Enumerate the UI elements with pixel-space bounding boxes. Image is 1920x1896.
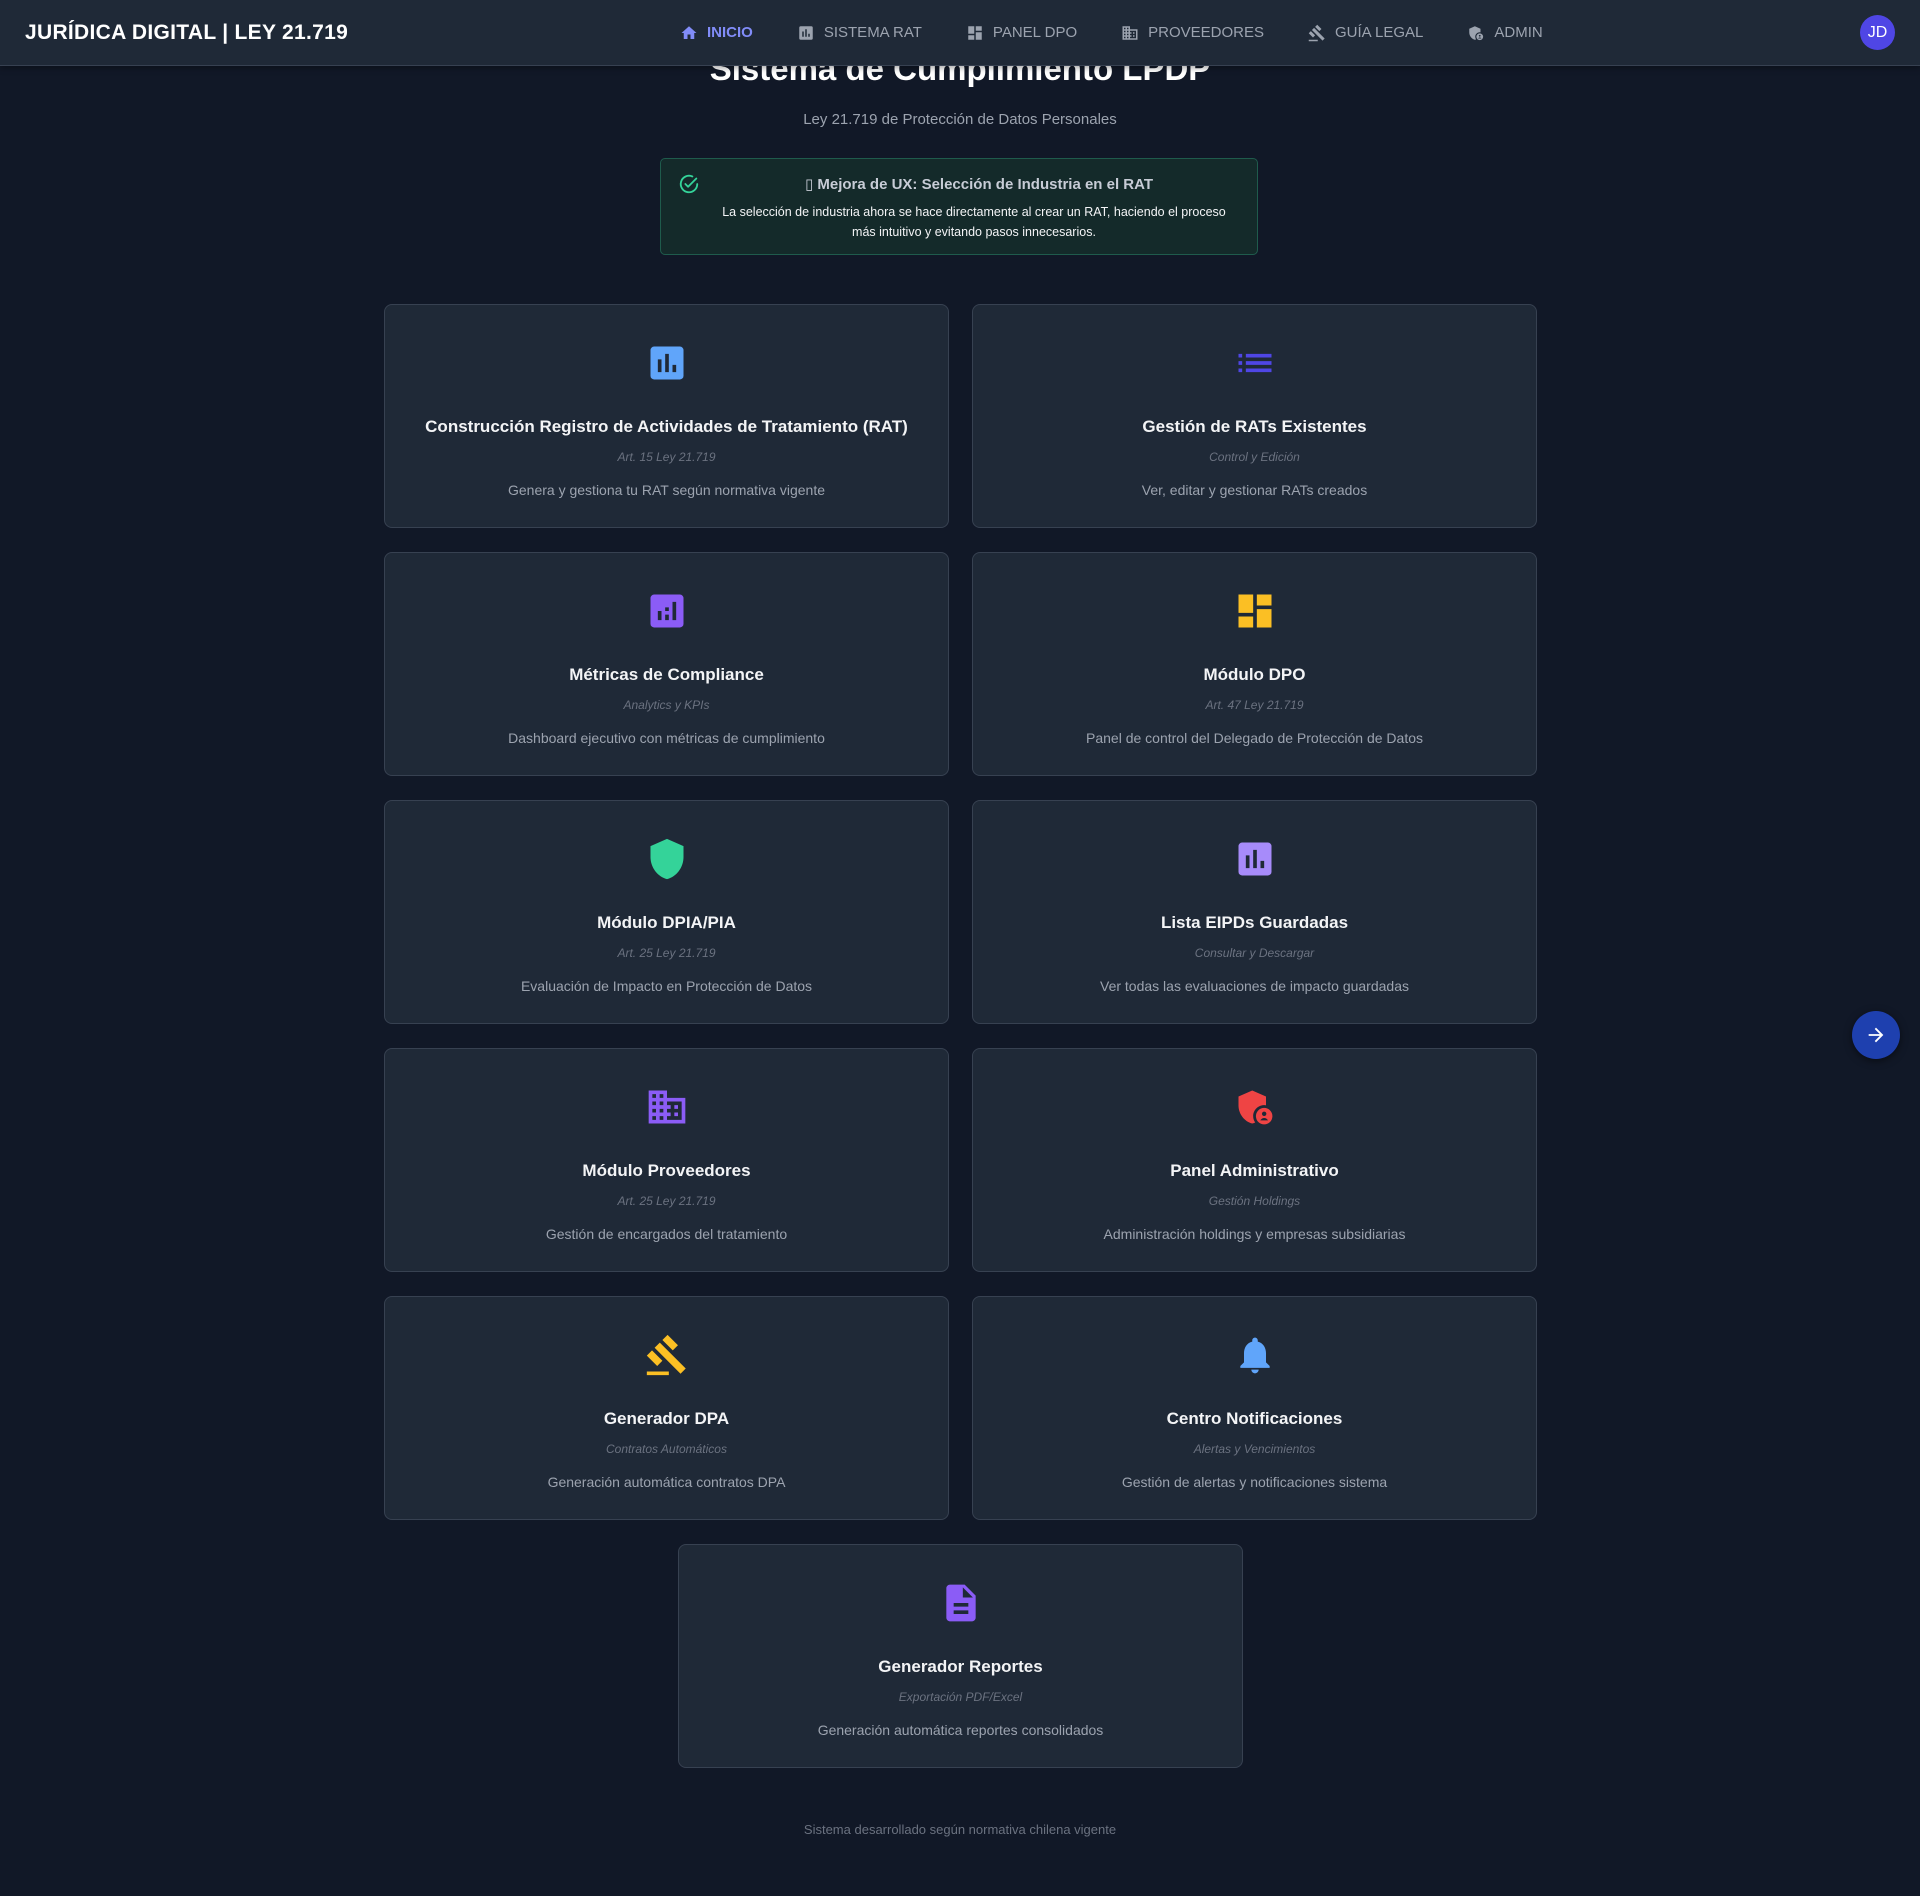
card-gestion-rats[interactable]: Gestión de RATs Existentes Control y Edi… <box>972 304 1537 528</box>
shield-icon <box>650 838 683 880</box>
card-description: Administración holdings y empresas subsi… <box>1103 1226 1406 1242</box>
app-brand[interactable]: JURÍDICA DIGITAL | LEY 21.719 <box>25 0 348 65</box>
bar-chart-icon <box>1238 842 1271 876</box>
admin-shield-icon <box>1238 1090 1272 1125</box>
card-title: Centro Notificaciones <box>1166 1409 1343 1428</box>
card-description: Generación automática reportes consolida… <box>817 1722 1104 1738</box>
nav-item-panel-dpo[interactable]: PANEL DPO <box>966 0 1077 65</box>
ux-improvement-notice: ▯ Mejora de UX: Selección de Industria e… <box>660 158 1258 255</box>
card-centro-notificaciones[interactable]: Centro Notificaciones Alertas y Vencimie… <box>972 1296 1537 1520</box>
card-subtitle: Alertas y Vencimientos <box>1193 1442 1316 1456</box>
card-modulo-dpia[interactable]: Módulo DPIA/PIA Art. 25 Ley 21.719 Evalu… <box>384 800 949 1024</box>
nav-item-proveedores[interactable]: PROVEEDORES <box>1121 0 1264 65</box>
card-subtitle: Consultar y Descargar <box>1194 946 1315 960</box>
nav-label: PROVEEDORES <box>1148 24 1264 41</box>
nav-item-admin[interactable]: ADMIN <box>1467 0 1543 65</box>
card-metricas-compliance[interactable]: Métricas de Compliance Analytics y KPIs … <box>384 552 949 776</box>
card-title: Módulo DPO <box>1203 665 1306 684</box>
card-title: Generador DPA <box>603 1409 730 1428</box>
notice-title: ▯ Mejora de UX: Selección de Industria e… <box>804 176 1154 193</box>
card-generador-reportes[interactable]: Generador Reportes Exportación PDF/Excel… <box>678 1544 1243 1768</box>
nav-label: ADMIN <box>1494 24 1543 41</box>
document-icon <box>945 1584 976 1622</box>
card-panel-administrativo[interactable]: Panel Administrativo Gestión Holdings Ad… <box>972 1048 1537 1272</box>
arrow-right-icon <box>1868 1027 1884 1043</box>
building-icon <box>648 1090 685 1124</box>
gavel-icon <box>1308 24 1325 41</box>
card-modulo-dpo[interactable]: Módulo DPO Art. 47 Ley 21.719 Panel de c… <box>972 552 1537 776</box>
card-description: Ver, editar y gestionar RATs creados <box>1141 482 1368 498</box>
check-circle-icon <box>679 174 699 194</box>
card-description: Genera y gestiona tu RAT según normativa… <box>508 482 825 498</box>
card-subtitle: Gestión Holdings <box>1208 1194 1301 1208</box>
list-icon <box>1238 353 1271 373</box>
card-description: Panel de control del Delegado de Protecc… <box>1086 730 1423 746</box>
card-subtitle: Analytics y KPIs <box>623 698 710 712</box>
nav-item-guia-legal[interactable]: GUÍA LEGAL <box>1308 0 1423 65</box>
card-subtitle: Art. 47 Ley 21.719 <box>1205 698 1304 712</box>
nav-label: SISTEMA RAT <box>823 24 922 41</box>
card-subtitle: Control y Edición <box>1209 450 1300 464</box>
dashboard-icon <box>968 25 982 40</box>
card-lista-eipds[interactable]: Lista EIPDs Guardadas Consultar y Descar… <box>972 800 1537 1024</box>
nav-label: GUÍA LEGAL <box>1335 24 1424 41</box>
card-subtitle: Art. 25 Ley 21.719 <box>617 1194 716 1208</box>
dashboard-icon <box>1238 594 1271 628</box>
card-description: Gestión de alertas y notificaciones sist… <box>1121 1474 1388 1490</box>
top-navbar: JURÍDICA DIGITAL | LEY 21.719 INICIO SIS… <box>0 0 1920 66</box>
nav-label: INICIO <box>707 24 753 41</box>
card-subtitle: Exportación PDF/Excel <box>898 1690 1023 1704</box>
card-title: Construcción Registro de Actividades de … <box>425 417 908 436</box>
card-title: Módulo DPIA/PIA <box>597 913 736 932</box>
building-icon <box>1122 25 1138 40</box>
notice-text: La selección de industria ahora se hace … <box>722 205 1226 239</box>
bell-icon <box>1239 1337 1270 1374</box>
card-description: Gestión de encargados del tratamiento <box>545 1226 788 1242</box>
footer-text: Sistema desarrollado según normativa chi… <box>803 1822 1117 1837</box>
card-description: Dashboard ejecutivo con métricas de cump… <box>508 730 825 746</box>
gavel-icon <box>646 1334 686 1376</box>
main-nav: INICIO SISTEMA RAT PANEL DPO PROVEEDORES… <box>680 0 1587 65</box>
card-title: Gestión de RATs Existentes <box>1142 417 1367 436</box>
next-fab-button[interactable] <box>1852 1011 1900 1059</box>
analytics-icon <box>650 594 683 628</box>
card-subtitle: Art. 15 Ley 21.719 <box>617 450 716 464</box>
card-title: Lista EIPDs Guardadas <box>1160 913 1349 932</box>
nav-item-inicio[interactable]: INICIO <box>680 0 753 65</box>
card-generador-dpa[interactable]: Generador DPA Contratos Automáticos Gene… <box>384 1296 949 1520</box>
card-description: Ver todas las evaluaciones de impacto gu… <box>1100 978 1409 994</box>
home-icon <box>681 25 697 39</box>
page-subtitle: Ley 21.719 de Protección de Datos Person… <box>803 111 1117 128</box>
card-modulo-proveedores[interactable]: Módulo Proveedores Art. 25 Ley 21.719 Ge… <box>384 1048 949 1272</box>
admin-shield-icon <box>1469 25 1484 40</box>
nav-item-sistema-rat[interactable]: SISTEMA RAT <box>797 0 922 65</box>
card-title: Panel Administrativo <box>1170 1161 1339 1180</box>
card-description: Generación automática contratos DPA <box>547 1474 786 1490</box>
card-title: Métricas de Compliance <box>569 665 764 684</box>
card-description: Evaluación de Impacto en Protección de D… <box>520 978 813 994</box>
nav-label: PANEL DPO <box>992 24 1078 41</box>
card-title: Módulo Proveedores <box>582 1161 751 1180</box>
card-subtitle: Art. 25 Ley 21.719 <box>617 946 716 960</box>
card-title: Generador Reportes <box>878 1657 1043 1676</box>
chart-icon <box>799 25 813 40</box>
card-subtitle: Contratos Automáticos <box>606 1442 727 1456</box>
bar-chart-icon <box>650 346 683 380</box>
card-construccion-rat[interactable]: Construcción Registro de Actividades de … <box>384 304 949 528</box>
user-avatar[interactable]: JD <box>1860 15 1895 50</box>
